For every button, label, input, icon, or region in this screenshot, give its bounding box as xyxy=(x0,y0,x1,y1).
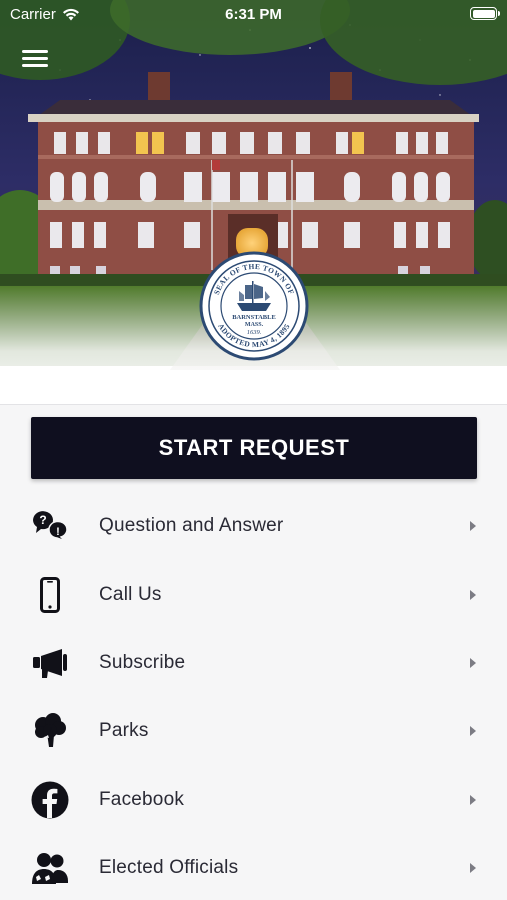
menu-item-label: Elected Officials xyxy=(99,857,239,879)
svg-text:!: ! xyxy=(56,526,60,538)
menu-item-parks[interactable]: Parks xyxy=(0,697,507,765)
menu-item-label: Facebook xyxy=(99,788,185,810)
menu-item-elected-officials[interactable]: Elected Officials xyxy=(0,834,507,900)
phone-icon xyxy=(30,575,70,615)
hamburger-menu-icon[interactable] xyxy=(22,50,48,70)
town-seal-logo: SEAL OF THE TOWN OF ADOPTED MAY 4, 1895 … xyxy=(199,251,309,361)
menu-item-subscribe[interactable]: Subscribe xyxy=(0,629,507,697)
officials-icon xyxy=(30,848,70,888)
chevron-right-icon xyxy=(470,589,476,600)
chevron-right-icon xyxy=(470,521,476,532)
question-answer-icon: ? ! xyxy=(30,506,70,546)
facebook-icon xyxy=(30,780,70,820)
svg-text:BARNSTABLE: BARNSTABLE xyxy=(232,314,276,321)
menu-item-facebook[interactable]: Facebook xyxy=(0,766,507,834)
megaphone-icon xyxy=(30,643,70,683)
status-time: 6:31 PM xyxy=(225,6,282,23)
menu-item-call-us[interactable]: Call Us xyxy=(0,560,507,628)
menu-item-label: Parks xyxy=(99,720,149,742)
svg-text:MASS.: MASS. xyxy=(245,322,264,328)
chevron-right-icon xyxy=(470,657,476,668)
menu-item-label: Call Us xyxy=(99,583,162,605)
svg-text:?: ? xyxy=(39,513,46,527)
app-screen: SEAL OF THE TOWN OF ADOPTED MAY 4, 1895 … xyxy=(0,0,507,900)
status-bar: Carrier 6:31 PM xyxy=(0,0,507,28)
battery-icon xyxy=(470,7,500,20)
menu-list: ? ! Question and Answer Call Us Subscrib… xyxy=(0,492,507,900)
tree-icon xyxy=(30,711,70,751)
menu-item-label: Subscribe xyxy=(99,651,186,673)
chevron-right-icon xyxy=(470,726,476,737)
menu-item-label: Question and Answer xyxy=(99,515,284,537)
start-request-button[interactable]: START REQUEST xyxy=(31,417,477,479)
chevron-right-icon xyxy=(470,863,476,874)
menu-item-question-and-answer[interactable]: ? ! Question and Answer xyxy=(0,492,507,560)
chevron-right-icon xyxy=(470,794,476,805)
svg-text:1639.: 1639. xyxy=(247,329,262,336)
hero-divider xyxy=(0,404,507,405)
hero-banner: SEAL OF THE TOWN OF ADOPTED MAY 4, 1895 … xyxy=(0,0,507,405)
